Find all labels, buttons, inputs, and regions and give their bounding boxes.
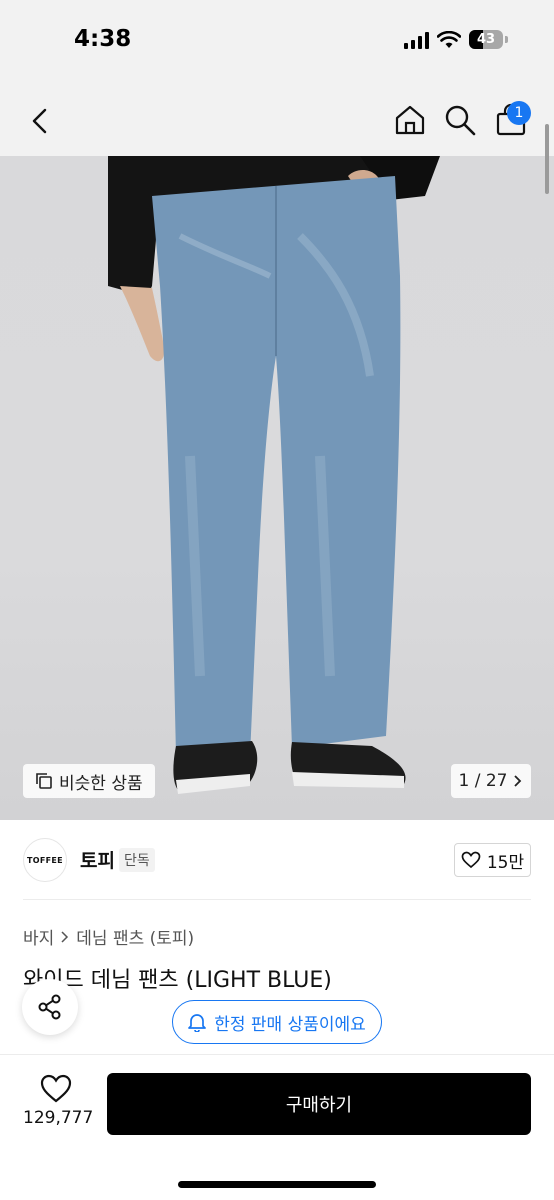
- status-time: 4:38: [74, 26, 132, 52]
- bell-icon: [188, 1014, 207, 1032]
- share-button[interactable]: [22, 979, 78, 1035]
- exclusive-badge: 단독: [119, 848, 155, 872]
- search-icon[interactable]: [443, 103, 477, 137]
- wishlist-count: 129,777: [23, 1108, 94, 1128]
- brand-logo[interactable]: TOFFEE: [23, 838, 67, 882]
- buy-button[interactable]: 구매하기: [107, 1073, 531, 1135]
- chevron-right-icon: [61, 930, 69, 943]
- breadcrumb: 바지 데님 팬츠 (토피): [23, 924, 194, 949]
- breadcrumb-category[interactable]: 바지: [23, 924, 54, 949]
- brand-like-button[interactable]: 15만: [454, 843, 531, 877]
- status-icons: 43: [404, 30, 508, 49]
- brand-logo-text: TOFFEE: [27, 855, 63, 865]
- copy-icon: [36, 773, 52, 789]
- back-arrow-icon[interactable]: [26, 106, 56, 136]
- scrollbar[interactable]: [545, 124, 549, 194]
- limited-sale-label: 한정 판매 상품이에요: [214, 1014, 366, 1035]
- heart-icon: [461, 851, 481, 869]
- breadcrumb-subcategory[interactable]: 데님 팬츠 (토피): [76, 924, 194, 949]
- image-pager-button[interactable]: 1 / 27: [451, 764, 531, 798]
- chevron-right-icon: [514, 775, 522, 787]
- battery-level: 43: [476, 32, 496, 47]
- similar-products-label: 비슷한 상품: [59, 773, 143, 794]
- similar-products-button[interactable]: 비슷한 상품: [23, 764, 155, 798]
- divider: [23, 899, 531, 900]
- share-icon: [38, 994, 61, 1020]
- product-image[interactable]: [0, 156, 554, 820]
- status-bar: 4:38 43: [0, 0, 554, 86]
- brand-name[interactable]: 토피: [80, 846, 115, 873]
- limited-sale-notice[interactable]: 한정 판매 상품이에요: [172, 1000, 382, 1044]
- product-photo: [108, 156, 440, 794]
- wishlist-heart-icon[interactable]: [40, 1074, 72, 1104]
- wifi-icon: [437, 30, 461, 48]
- top-nav: [0, 86, 554, 156]
- cart-count-badge: 1: [507, 101, 531, 125]
- home-indicator: [178, 1181, 376, 1188]
- brand-like-count: 15만: [486, 852, 525, 873]
- battery-icon: 43: [469, 30, 503, 49]
- home-icon[interactable]: [393, 103, 427, 137]
- image-pager-label: 1 / 27: [458, 771, 508, 791]
- signal-icon: [404, 31, 429, 49]
